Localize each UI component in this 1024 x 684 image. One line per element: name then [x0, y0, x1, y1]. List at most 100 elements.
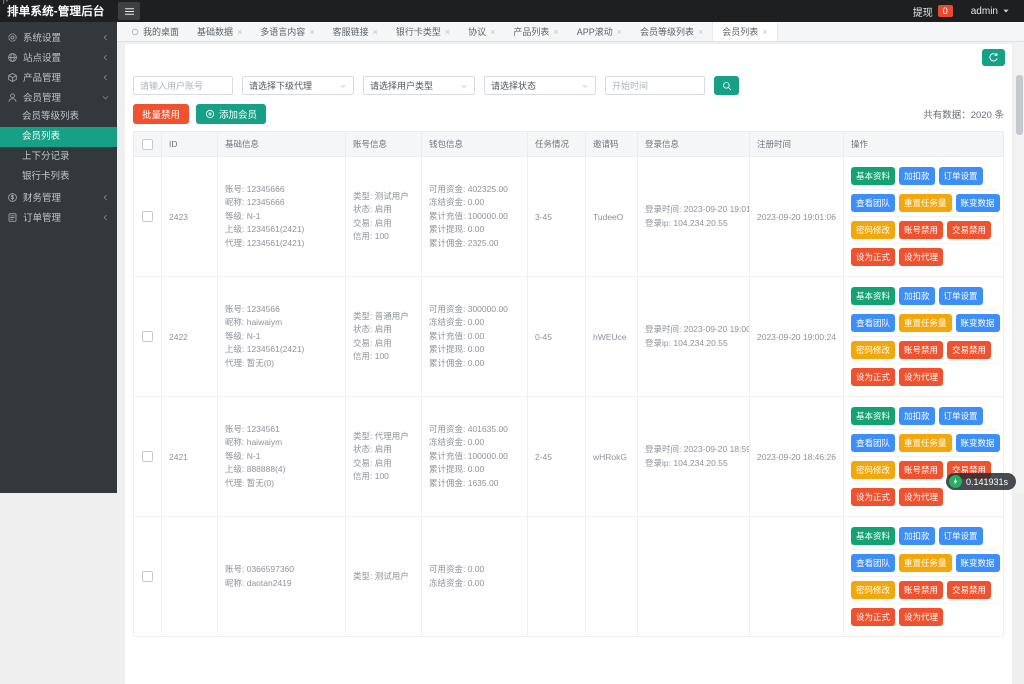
disable-trade-button[interactable]: 交易禁用 — [947, 341, 991, 359]
view-team-button[interactable]: 查看团队 — [851, 314, 895, 332]
account-change-data-button[interactable]: 账变数据 — [956, 194, 1000, 212]
tab-label: 银行卡类型 — [396, 25, 441, 38]
refresh-button[interactable] — [982, 49, 1005, 66]
withdraw-badge: 0 — [938, 5, 953, 17]
reset-task-button[interactable]: 重置任务量 — [899, 434, 952, 452]
row-checkbox[interactable] — [142, 211, 153, 222]
sidebar-subitem[interactable]: 银行卡列表 — [0, 167, 117, 187]
basic-info-button[interactable]: 基本资料 — [851, 407, 895, 425]
disable-trade-button[interactable]: 交易禁用 — [947, 581, 991, 599]
tab-item[interactable]: 银行卡类型 × — [387, 22, 459, 41]
close-icon[interactable]: × — [490, 27, 495, 37]
withdraw-link[interactable]: 提现 0 — [913, 4, 953, 19]
password-edit-button[interactable]: 密码修改 — [851, 461, 895, 479]
view-team-button[interactable]: 查看团队 — [851, 194, 895, 212]
user-menu[interactable]: admin — [971, 6, 1010, 17]
account-change-data-button[interactable]: 账变数据 — [956, 434, 1000, 452]
tab-item[interactable]: APP滚动× — [568, 22, 631, 41]
app-title: 排单系统-管理后台 — [0, 3, 112, 19]
sidebar-subitem[interactable]: 上下分记录 — [0, 147, 117, 167]
set-agent-button[interactable]: 设为代理 — [899, 248, 943, 266]
set-formal-button[interactable]: 设为正式 — [851, 608, 895, 626]
row-checkbox[interactable] — [142, 331, 153, 342]
password-edit-button[interactable]: 密码修改 — [851, 341, 895, 359]
close-icon[interactable]: × — [762, 27, 767, 37]
set-formal-button[interactable]: 设为正式 — [851, 488, 895, 506]
basic-info-button[interactable]: 基本资料 — [851, 287, 895, 305]
reset-task-button[interactable]: 重置任务量 — [899, 314, 952, 332]
account-change-data-button[interactable]: 账变数据 — [956, 314, 1000, 332]
account-search-input[interactable] — [133, 76, 233, 95]
add-deduct-button[interactable]: 加扣款 — [899, 167, 935, 185]
add-deduct-button[interactable]: 加扣款 — [899, 527, 935, 545]
info-line: 账号: 1234566 — [225, 303, 338, 317]
order-settings-button[interactable]: 订单设置 — [939, 527, 983, 545]
view-team-button[interactable]: 查看团队 — [851, 434, 895, 452]
tab-item[interactable]: 我的桌面 — [122, 22, 188, 41]
tab-item[interactable]: 会员列表× — [712, 22, 777, 41]
sidebar-item[interactable]: 订单管理 — [0, 207, 117, 227]
basic-info-button[interactable]: 基本资料 — [851, 527, 895, 545]
view-team-button[interactable]: 查看团队 — [851, 554, 895, 572]
reset-task-button[interactable]: 重置任务量 — [899, 194, 952, 212]
sidebar-item[interactable]: 系统设置 — [0, 27, 117, 47]
select-all-checkbox[interactable] — [142, 139, 153, 150]
agent-select[interactable]: 请选择下级代理 — [242, 76, 354, 95]
set-agent-button[interactable]: 设为代理 — [899, 608, 943, 626]
close-icon[interactable]: × — [698, 27, 703, 37]
password-edit-button[interactable]: 密码修改 — [851, 581, 895, 599]
sidebar-item[interactable]: 财务管理 — [0, 187, 117, 207]
set-agent-button[interactable]: 设为代理 — [899, 368, 943, 386]
tab-item[interactable]: 客服链接× — [324, 22, 387, 41]
sidebar-item[interactable]: 产品管理 — [0, 67, 117, 87]
tab-item[interactable]: 协议× — [459, 22, 504, 41]
disable-trade-button[interactable]: 交易禁用 — [947, 221, 991, 239]
sidebar-subitem[interactable]: 会员等级列表 — [0, 107, 117, 127]
disable-account-button[interactable]: 账号禁用 — [899, 581, 943, 599]
chevron-left-icon — [101, 73, 110, 82]
close-icon[interactable]: × — [617, 27, 622, 37]
row-checkbox[interactable] — [142, 571, 153, 582]
start-time-input[interactable] — [605, 76, 705, 95]
disable-account-button[interactable]: 账号禁用 — [899, 221, 943, 239]
page-scrollbar[interactable] — [1015, 42, 1024, 493]
reset-task-button[interactable]: 重置任务量 — [899, 554, 952, 572]
add-deduct-button[interactable]: 加扣款 — [899, 407, 935, 425]
close-icon[interactable]: × — [373, 27, 378, 37]
close-icon[interactable]: × — [309, 27, 314, 37]
close-icon[interactable]: × — [445, 27, 450, 37]
batch-disable-button[interactable]: 批量禁用 — [133, 104, 189, 124]
user-type-select[interactable]: 请选择用户类型 — [363, 76, 475, 95]
tab-item[interactable]: 产品列表× — [504, 22, 567, 41]
order-settings-button[interactable]: 订单设置 — [939, 287, 983, 305]
set-formal-button[interactable]: 设为正式 — [851, 368, 895, 386]
close-icon[interactable]: × — [553, 27, 558, 37]
basic-info-button[interactable]: 基本资料 — [851, 167, 895, 185]
tab-item[interactable]: 会员等级列表× — [631, 22, 712, 41]
agent-select-value: 请选择下级代理 — [249, 79, 312, 92]
account-change-data-button[interactable]: 账变数据 — [956, 554, 1000, 572]
tab-item[interactable]: 多语言内容× — [251, 22, 323, 41]
action-button-row: 基本资料加扣款订单设置 — [851, 163, 996, 190]
set-formal-button[interactable]: 设为正式 — [851, 248, 895, 266]
tab-item[interactable]: 基础数据× — [188, 22, 251, 41]
sidebar-item[interactable]: 会员管理 — [0, 87, 117, 107]
sidebar-subitem[interactable]: 会员列表 — [0, 127, 117, 147]
scrollbar-thumb[interactable] — [1016, 75, 1023, 135]
order-settings-button[interactable]: 订单设置 — [939, 407, 983, 425]
disable-account-button[interactable]: 账号禁用 — [899, 341, 943, 359]
info-line: 可用资金: 300000.00 — [429, 303, 520, 317]
menu-toggle-button[interactable] — [118, 2, 140, 20]
add-deduct-button[interactable]: 加扣款 — [899, 287, 935, 305]
search-button[interactable] — [714, 76, 739, 95]
add-member-button[interactable]: 添加会员 — [196, 104, 266, 124]
set-agent-button[interactable]: 设为代理 — [899, 488, 943, 506]
order-settings-button[interactable]: 订单设置 — [939, 167, 983, 185]
row-checkbox[interactable] — [142, 451, 153, 462]
gear-icon — [7, 32, 18, 43]
close-icon[interactable]: × — [237, 27, 242, 37]
disable-account-button[interactable]: 账号禁用 — [899, 461, 943, 479]
sidebar-item[interactable]: 站点设置 — [0, 47, 117, 67]
password-edit-button[interactable]: 密码修改 — [851, 221, 895, 239]
status-select[interactable]: 请选择状态 — [484, 76, 596, 95]
